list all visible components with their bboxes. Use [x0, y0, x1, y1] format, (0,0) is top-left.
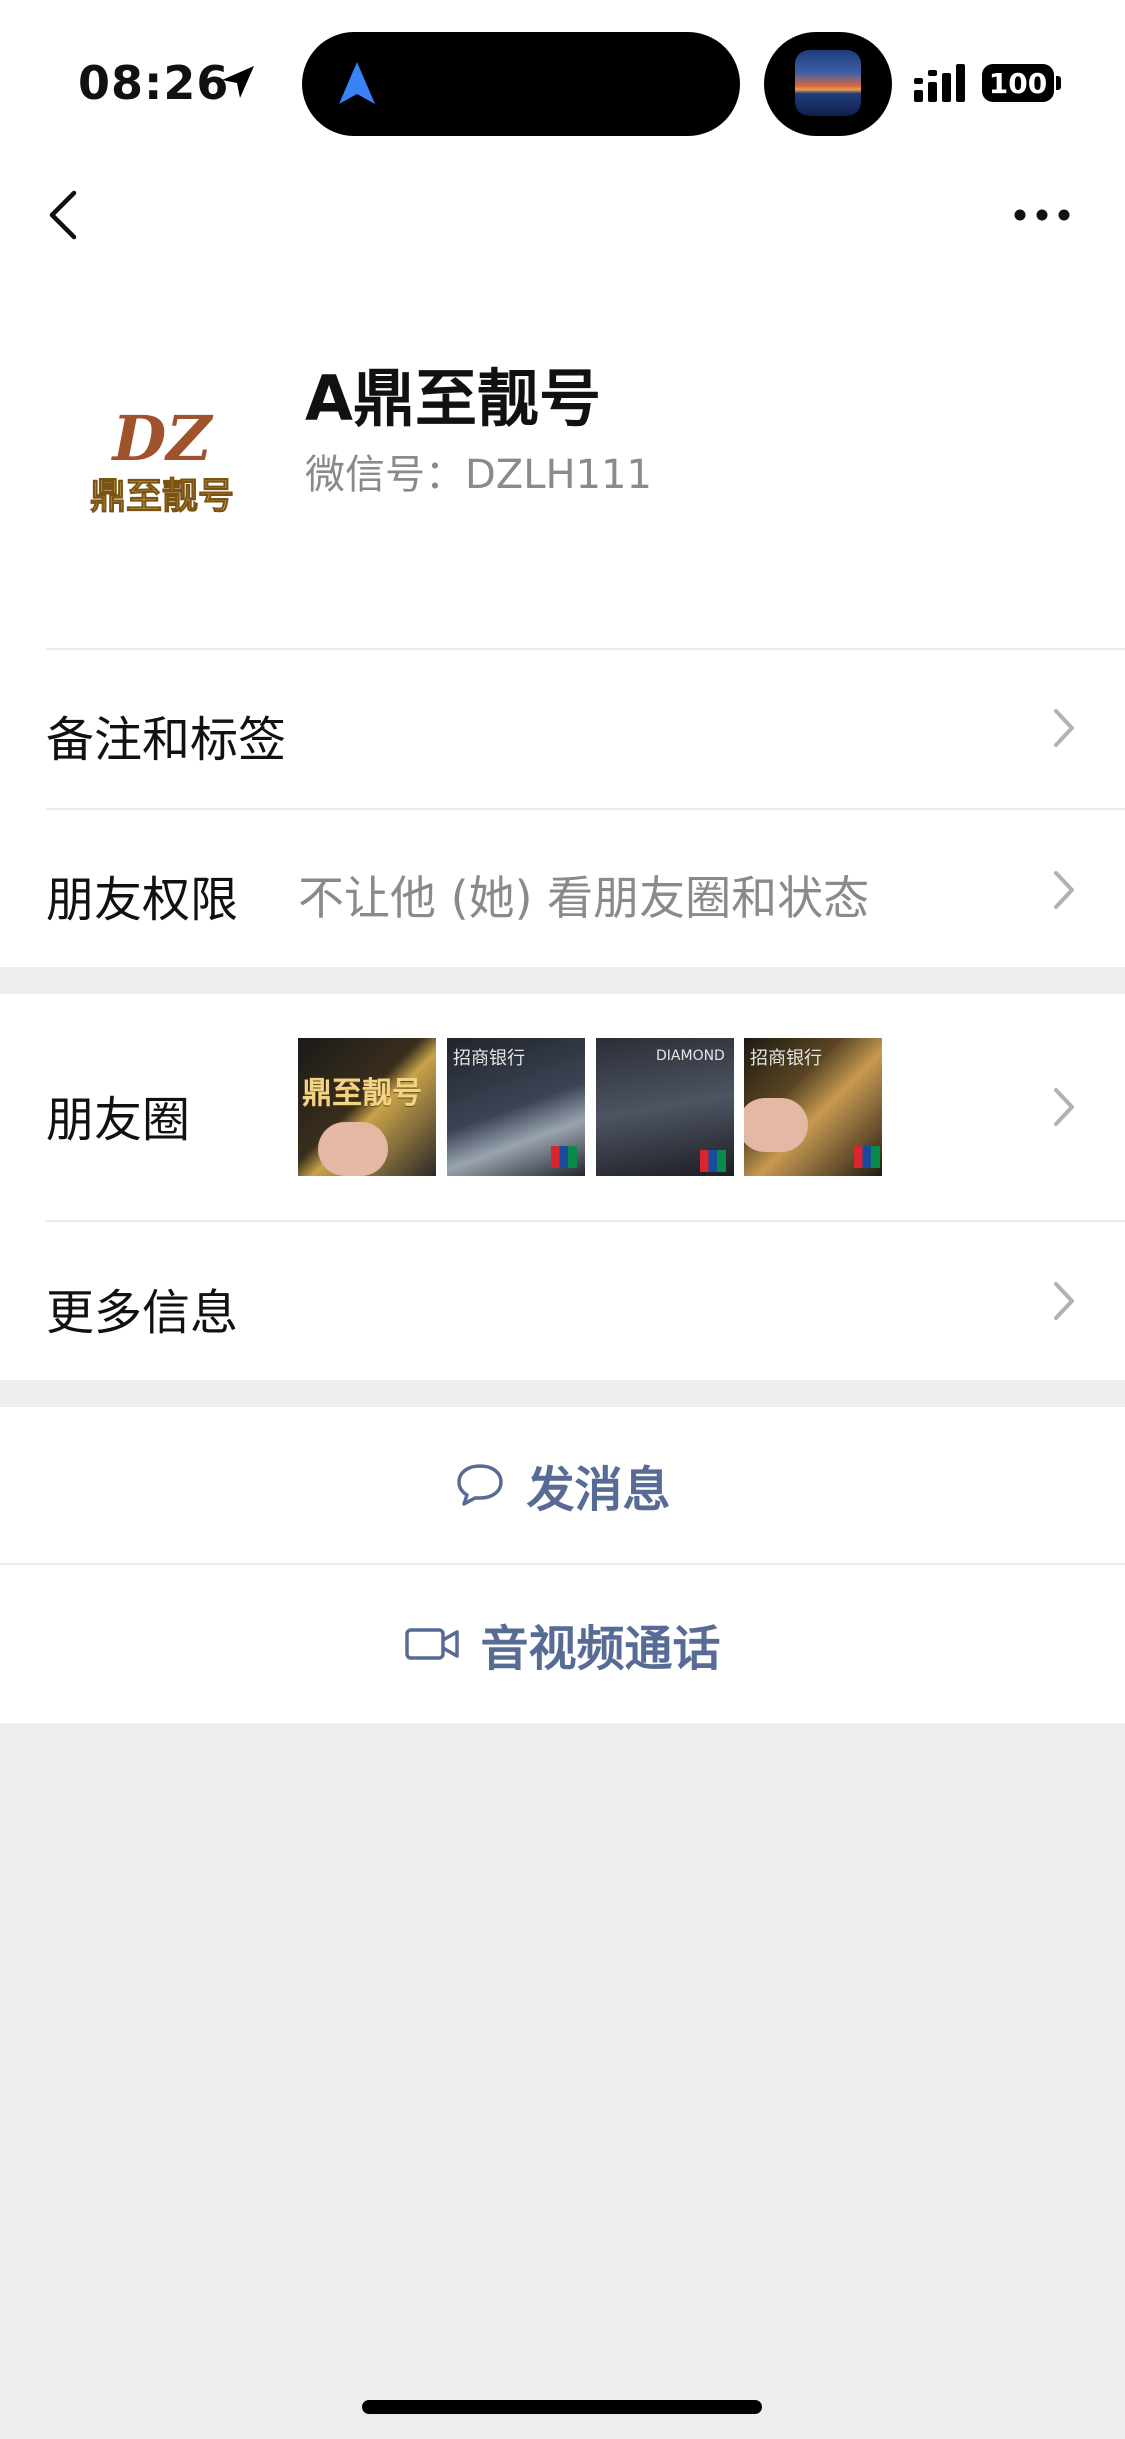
- section-gap: [0, 967, 1125, 994]
- photo-text: DIAMOND: [656, 1048, 725, 1064]
- more-info-label[interactable]: 更多信息: [46, 1273, 238, 1343]
- wechat-id: 微信号：DZLH111: [305, 452, 652, 498]
- contact-name: A鼎至靓号: [305, 362, 601, 435]
- location-arrow-icon: [222, 66, 254, 98]
- moments-photo-1[interactable]: 鼎至靓号: [298, 1038, 436, 1176]
- send-message-label: 发消息: [526, 1462, 671, 1518]
- chevron-right-icon: [1054, 709, 1074, 747]
- moments-label[interactable]: 朋友圈: [46, 1080, 190, 1150]
- video-call-button[interactable]: 音视频通话: [0, 1565, 1125, 1723]
- avatar-logo-top: DZ: [110, 402, 214, 475]
- remarks-tags-label[interactable]: 备注和标签: [46, 700, 286, 770]
- unionpay-logo: [854, 1146, 880, 1168]
- photo-text: 招商银行: [453, 1048, 525, 1069]
- friend-permissions-label[interactable]: 朋友权限: [46, 860, 238, 930]
- back-chevron-icon[interactable]: [40, 185, 90, 245]
- section-gap: [0, 1380, 1125, 1407]
- moments-photo-3[interactable]: DIAMOND: [596, 1038, 734, 1176]
- status-time: 08:26: [78, 56, 230, 110]
- finger-shape: [744, 1098, 808, 1152]
- unionpay-logo: [551, 1146, 577, 1168]
- battery-nub: [1056, 76, 1061, 90]
- chat-bubble-icon: [457, 1464, 504, 1506]
- chevron-right-icon: [1054, 1088, 1074, 1126]
- battery-indicator: 100: [982, 64, 1054, 102]
- avatar[interactable]: DZ 鼎至靓号: [62, 380, 262, 540]
- divider: [46, 808, 1125, 810]
- video-camera-icon: [405, 1628, 460, 1660]
- chevron-right-icon: [1054, 1282, 1074, 1320]
- divider: [46, 1220, 1125, 1222]
- chevron-right-icon: [1054, 871, 1074, 909]
- send-message-button[interactable]: 发消息: [0, 1407, 1125, 1563]
- navigation-arrow-icon: [339, 62, 375, 104]
- photo-text: 招商银行: [750, 1048, 822, 1069]
- live-activity-app-icon: [795, 50, 861, 116]
- more-options-icon[interactable]: [1012, 200, 1072, 230]
- video-call-label: 音视频通话: [480, 1621, 721, 1677]
- divider: [46, 648, 1125, 650]
- moments-photo-2[interactable]: 招商银行: [447, 1038, 585, 1176]
- friend-permissions-value: 不让他 (她) 看朋友圈和状态: [298, 871, 870, 925]
- home-indicator: [362, 2400, 762, 2414]
- finger-shape: [318, 1122, 388, 1176]
- moments-photo-4[interactable]: 招商银行: [744, 1038, 882, 1176]
- photo-text: 鼎至靓号: [302, 1076, 422, 1111]
- avatar-logo-bottom: 鼎至靓号: [90, 476, 234, 517]
- cellular-signal-icon: [914, 64, 965, 102]
- unionpay-logo: [700, 1150, 726, 1172]
